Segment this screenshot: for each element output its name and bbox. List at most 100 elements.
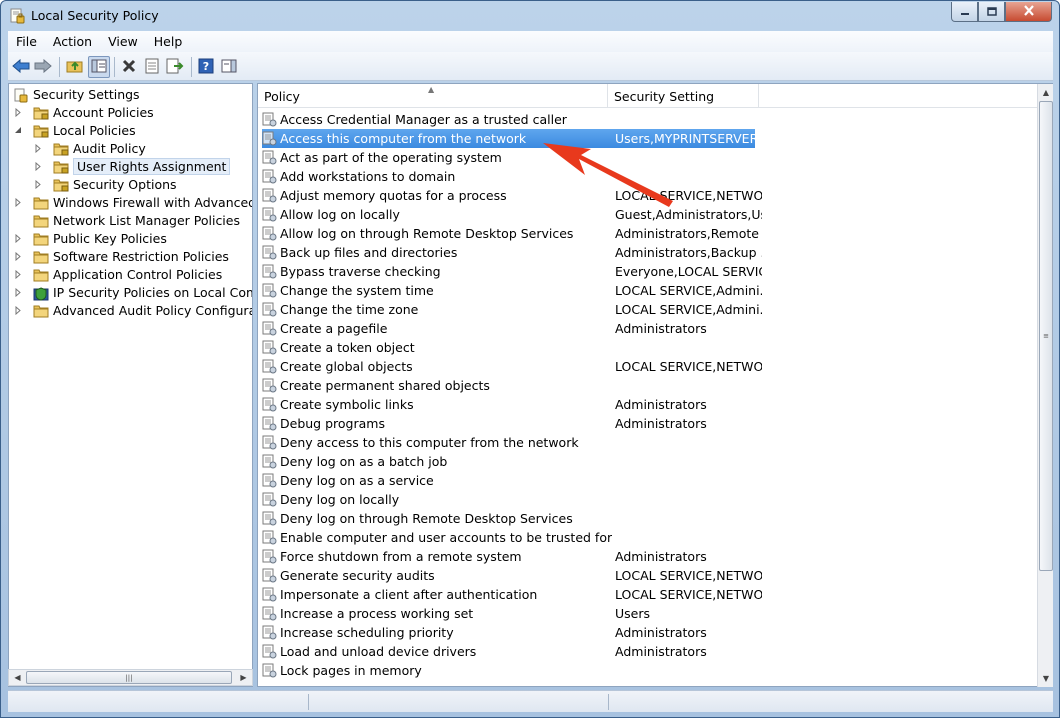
policy-row[interactable]: Bypass traverse checking Everyone,LOCAL S… [262,262,1037,281]
minimize-button[interactable] [951,2,978,22]
policy-row[interactable]: Act as part of the operating system [262,148,1037,167]
policy-row[interactable]: Deny access to this computer from the ne… [262,433,1037,452]
expand-right-icon[interactable] [33,179,43,189]
policy-row[interactable]: Force shutdown from a remote system Admin… [262,547,1037,566]
policy-name: Deny access to this computer from the ne… [280,435,579,450]
expand-right-icon[interactable] [13,269,23,279]
policy-security-setting: Administrators [615,397,707,412]
up-one-level-button[interactable] [64,56,86,78]
tree-item-advanced-audit-policy-configuration[interactable]: Advanced Audit Policy Configuration [33,301,252,319]
export-list-button[interactable] [164,56,186,78]
policy-row[interactable]: Generate security audits LOCAL SERVICE,NE… [262,566,1037,585]
policy-row[interactable]: Back up files and directories Administrat… [262,243,1037,262]
tree-horizontal-scrollbar[interactable]: ◀ ||| ▶ [8,669,253,686]
tree-item-public-key-policies[interactable]: Public Key Policies [33,229,167,247]
tree-item-software-restriction-policies[interactable]: Software Restriction Policies [33,247,229,265]
delete-button[interactable] [118,56,140,78]
policy-name: Change the system time [280,283,434,298]
tree-item-local-policies[interactable]: Local Policies [33,121,136,139]
scroll-down-icon[interactable]: ▼ [1038,670,1054,686]
scroll-thumb[interactable]: ≡ [1039,101,1053,571]
show-hide-action-pane-button[interactable] [218,56,240,78]
policy-row[interactable]: Load and unload device drivers Administra… [262,642,1037,661]
policy-row[interactable]: Deny log on through Remote Desktop Servi… [262,509,1037,528]
column-header-policy[interactable]: Policy ▲ [258,84,608,108]
policy-row[interactable]: Add workstations to domain [262,167,1037,186]
policy-row[interactable]: Allow log on through Remote Desktop Serv… [262,224,1037,243]
menu-help[interactable]: Help [146,34,191,49]
policy-setting-icon [262,378,277,393]
back-arrow-icon [12,58,30,76]
maximize-button[interactable] [978,2,1005,22]
policy-row[interactable]: Change the system time LOCAL SERVICE,Admi… [262,281,1037,300]
expand-right-icon[interactable] [13,197,23,207]
policy-row[interactable]: Deny log on as a batch job [262,452,1037,471]
policy-row[interactable]: Create a pagefile Administrators [262,319,1037,338]
policy-security-setting: Administrators [615,549,707,564]
tree-root-security-settings[interactable]: Security Settings [13,85,140,103]
policy-row[interactable]: Allow log on locally Guest,Administrators… [262,205,1037,224]
policy-row[interactable]: Impersonate a client after authenticatio… [262,585,1037,604]
tree-item-network-list-manager-policies[interactable]: Network List Manager Policies [33,211,240,229]
scroll-right-icon[interactable]: ▶ [235,670,252,685]
policy-row[interactable]: Access this computer from the network Use… [262,129,762,148]
policy-setting-icon [262,549,277,564]
policy-security-setting: Users [615,606,651,621]
close-button[interactable] [1005,2,1052,22]
policy-row[interactable]: Create a token object [262,338,1037,357]
column-header-security-setting[interactable]: Security Setting [608,84,759,108]
policy-row[interactable]: Increase scheduling priority Administrato… [262,623,1037,642]
security-settings-icon [13,88,29,102]
scroll-up-icon[interactable]: ▲ [1038,84,1054,100]
expand-right-icon[interactable] [13,305,23,315]
tree-item-windows-firewall-with-advanced-secu[interactable]: Windows Firewall with Advanced Secu [33,193,252,211]
expand-right-icon[interactable] [13,107,23,117]
help-button[interactable]: ? [195,56,217,78]
scroll-thumb[interactable]: ||| [26,671,232,684]
tree-item-user-rights-assignment[interactable]: User Rights Assignment [53,157,231,175]
tree-label: Advanced Audit Policy Configuration [53,302,252,318]
expand-right-icon[interactable] [13,233,23,243]
status-bar [8,690,1053,712]
policy-security-setting: Administrators [615,625,707,640]
show-hide-console-tree-button[interactable] [88,56,110,78]
tree-item-application-control-policies[interactable]: Application Control Policies [33,265,222,283]
policy-name: Impersonate a client after authenticatio… [280,587,538,602]
policy-row[interactable]: Deny log on locally [262,490,1037,509]
scroll-left-icon[interactable]: ◀ [9,670,26,685]
toolbar-separator [191,57,192,77]
title-bar[interactable]: Local Security Policy [1,1,1059,31]
expand-right-icon[interactable] [13,251,23,261]
back-button[interactable] [10,56,32,78]
tree-item-audit-policy[interactable]: Audit Policy [53,139,146,157]
menu-bar: File Action View Help [8,31,1053,52]
menu-view[interactable]: View [100,34,146,49]
policy-setting-icon [262,492,277,507]
list-vertical-scrollbar[interactable]: ▲ ≡ ▼ [1037,84,1053,687]
forward-button[interactable] [32,56,54,78]
expand-right-icon[interactable] [13,287,23,297]
policy-row[interactable]: Deny log on as a service [262,471,1037,490]
expand-right-icon[interactable] [33,161,43,171]
policy-row[interactable]: Create global objects LOCAL SERVICE,NETWO… [262,357,1037,376]
properties-button[interactable] [141,56,163,78]
policy-row[interactable]: Debug programs Administrators [262,414,1037,433]
menu-file[interactable]: File [8,34,45,49]
policy-setting-icon [262,511,277,526]
policy-row[interactable]: Create permanent shared objects [262,376,1037,395]
policy-row[interactable]: Enable computer and user accounts to be … [262,528,1037,547]
policy-row[interactable]: Change the time zone LOCAL SERVICE,Admini… [262,300,1037,319]
tree-item-ip-security-policies-on-local-compute[interactable]: IP Security Policies on Local Compute [33,283,252,301]
tree-label: User Rights Assignment [73,157,231,175]
policy-setting-icon [262,245,277,260]
expand-right-icon[interactable] [33,143,43,153]
tree-item-security-options[interactable]: Security Options [53,175,177,193]
policy-row[interactable]: Lock pages in memory [262,661,1037,680]
policy-row[interactable]: Adjust memory quotas for a process LOCAL … [262,186,1037,205]
menu-action[interactable]: Action [45,34,100,49]
policy-row[interactable]: Create symbolic links Administrators [262,395,1037,414]
policy-row[interactable]: Increase a process working set Users [262,604,1037,623]
tree-item-account-policies[interactable]: Account Policies [33,103,154,121]
expand-down-icon[interactable] [13,125,23,135]
policy-row[interactable]: Access Credential Manager as a trusted c… [262,110,1037,129]
